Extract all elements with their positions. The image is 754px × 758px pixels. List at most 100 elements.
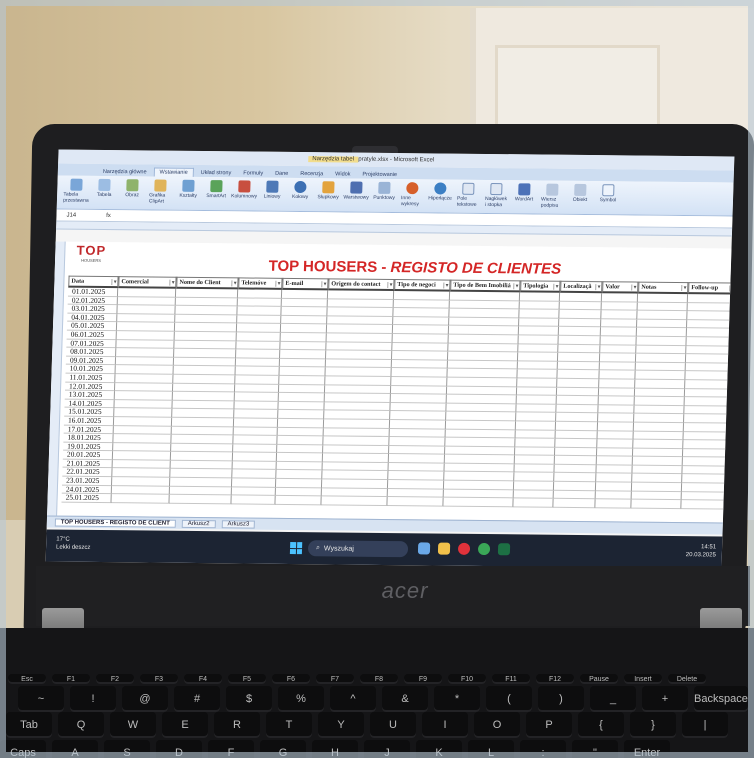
other-charts-button[interactable]: Inne wykresy [401, 182, 424, 209]
pie-chart-button[interactable]: Kołowy [289, 180, 312, 208]
tab-insert[interactable]: Wstawianie [153, 167, 194, 177]
keyboard-key[interactable]: F [208, 740, 254, 758]
table-cell[interactable] [516, 395, 557, 405]
table-cell[interactable] [515, 438, 556, 448]
tab-data[interactable]: Dane [270, 170, 293, 178]
keyboard-key[interactable]: | [682, 712, 728, 738]
clipart-button[interactable]: Grafika ClipArt [149, 179, 172, 206]
keyboard-key[interactable]: : [520, 740, 566, 758]
column-header[interactable]: Nome do Client [176, 276, 239, 290]
keyboard-key[interactable]: ~ [18, 686, 64, 712]
file-explorer-icon[interactable] [437, 542, 451, 555]
line-chart-button[interactable]: Liniowy [261, 180, 284, 208]
table-cell[interactable] [596, 456, 633, 466]
keyboard-key[interactable]: F6 [272, 674, 310, 684]
keyboard-key[interactable]: E [162, 712, 208, 738]
keyboard-key[interactable]: A [52, 740, 98, 758]
keyboard-key[interactable]: Tab [6, 712, 52, 738]
shapes-button[interactable]: Kształty [177, 179, 200, 207]
table-cell[interactable] [599, 353, 637, 363]
taskview-icon[interactable] [417, 542, 431, 555]
keyboard-key[interactable]: F4 [184, 674, 222, 684]
keyboard-key[interactable]: Y [318, 712, 364, 738]
table-cell[interactable] [519, 300, 560, 310]
table-cell[interactable] [517, 378, 558, 388]
keyboard-key[interactable]: F7 [316, 674, 354, 684]
system-clock[interactable]: 14:51 20.03.2025 [686, 543, 717, 559]
header-footer-button[interactable]: Nagłówek i stopka [485, 183, 508, 210]
table-cell[interactable] [600, 336, 637, 346]
table-cell[interactable] [598, 404, 635, 414]
table-cell[interactable] [595, 499, 632, 509]
keyboard-key[interactable]: I [422, 712, 468, 738]
keyboard-key[interactable]: Pause [580, 674, 618, 684]
keyboard-key[interactable]: _ [590, 686, 636, 712]
name-box[interactable]: J14 [66, 212, 76, 218]
table-cell[interactable] [516, 386, 558, 396]
table-cell[interactable] [514, 447, 556, 457]
column-header[interactable]: Telemóve [238, 277, 283, 290]
keyboard-key[interactable]: F8 [360, 674, 398, 684]
sheet-tab-3[interactable]: Arkusz3 [221, 519, 256, 529]
column-header[interactable]: Tipo de Bem Imobiliá [450, 279, 521, 293]
sheet-tab-main[interactable]: TOP HOUSERS - REGISTO DE CLIENT [54, 518, 176, 528]
symbol-button[interactable]: Symbol [597, 184, 620, 211]
table-cell[interactable] [599, 361, 636, 371]
table-cell[interactable] [515, 421, 557, 431]
keyboard-key[interactable]: { [578, 712, 624, 738]
table-cell[interactable] [597, 430, 634, 440]
column-header[interactable]: Follow-up [688, 282, 735, 295]
keyboard-key[interactable]: G [260, 740, 306, 758]
keyboard-key[interactable]: Enter [624, 740, 670, 758]
tab-review[interactable]: Recenzja [295, 170, 328, 178]
table-cell[interactable] [595, 490, 632, 500]
keyboard-key[interactable]: % [278, 686, 324, 712]
keyboard-key[interactable]: Backspace [694, 686, 748, 712]
date-cell[interactable]: 25.01.2025 [61, 493, 112, 503]
tab-home[interactable]: Narzędzia główne [98, 168, 152, 177]
keyboard-key[interactable]: Q [58, 712, 104, 738]
table-cell[interactable] [597, 439, 634, 449]
keyboard-key[interactable]: ) [538, 686, 584, 712]
column-header[interactable]: Localizaçã [560, 280, 603, 294]
table-cell[interactable] [631, 499, 682, 509]
signature-line-button[interactable]: Wiersz podpisu [541, 183, 564, 211]
column-header[interactable]: Origem do contact [328, 278, 395, 292]
table-cell[interactable] [601, 310, 638, 320]
windows-start-icon[interactable] [289, 542, 303, 555]
keyboard-key[interactable]: F5 [228, 674, 266, 684]
keyboard-key[interactable]: F9 [404, 674, 442, 684]
keyboard-key[interactable]: $ [226, 686, 272, 712]
table-cell[interactable] [595, 482, 633, 492]
table-cell[interactable] [599, 370, 636, 380]
keyboard-key[interactable]: + [642, 686, 688, 712]
table-cell[interactable] [601, 293, 639, 303]
area-chart-button[interactable]: Warstwowy [343, 181, 369, 208]
hyperlink-button[interactable]: Hiperłącze [428, 182, 452, 209]
scatter-chart-button[interactable]: Punktowy [373, 181, 396, 209]
bar-chart-button[interactable]: Słupkowy [317, 181, 340, 208]
table-cell[interactable] [111, 494, 170, 504]
table-button[interactable]: Tabela [93, 178, 116, 206]
column-header[interactable]: E-mail [282, 277, 329, 291]
opera-icon[interactable] [457, 542, 471, 555]
picture-button[interactable]: Obraz [121, 179, 144, 206]
keyboard-key[interactable]: S [104, 740, 150, 758]
column-header[interactable]: Valor [602, 281, 639, 294]
column-header[interactable]: Tipologia [520, 280, 561, 293]
keyboard-key[interactable]: K [416, 740, 462, 758]
keyboard-key[interactable]: ( [486, 686, 532, 712]
keyboard-key[interactable]: J [364, 740, 410, 758]
table-cell[interactable] [597, 422, 635, 432]
keyboard-key[interactable]: F1 [52, 674, 90, 684]
keyboard-key[interactable]: O [474, 712, 520, 738]
keyboard-key[interactable]: * [434, 686, 480, 712]
table-cell[interactable] [601, 301, 638, 311]
keyboard-key[interactable]: F12 [536, 674, 574, 684]
table-cell[interactable] [596, 465, 633, 475]
table-cell[interactable] [599, 379, 636, 389]
keyboard-key[interactable]: T [266, 712, 312, 738]
table-cell[interactable] [598, 396, 635, 406]
tab-design[interactable]: Projektowanie [357, 171, 402, 179]
table-cell[interactable] [275, 496, 322, 506]
